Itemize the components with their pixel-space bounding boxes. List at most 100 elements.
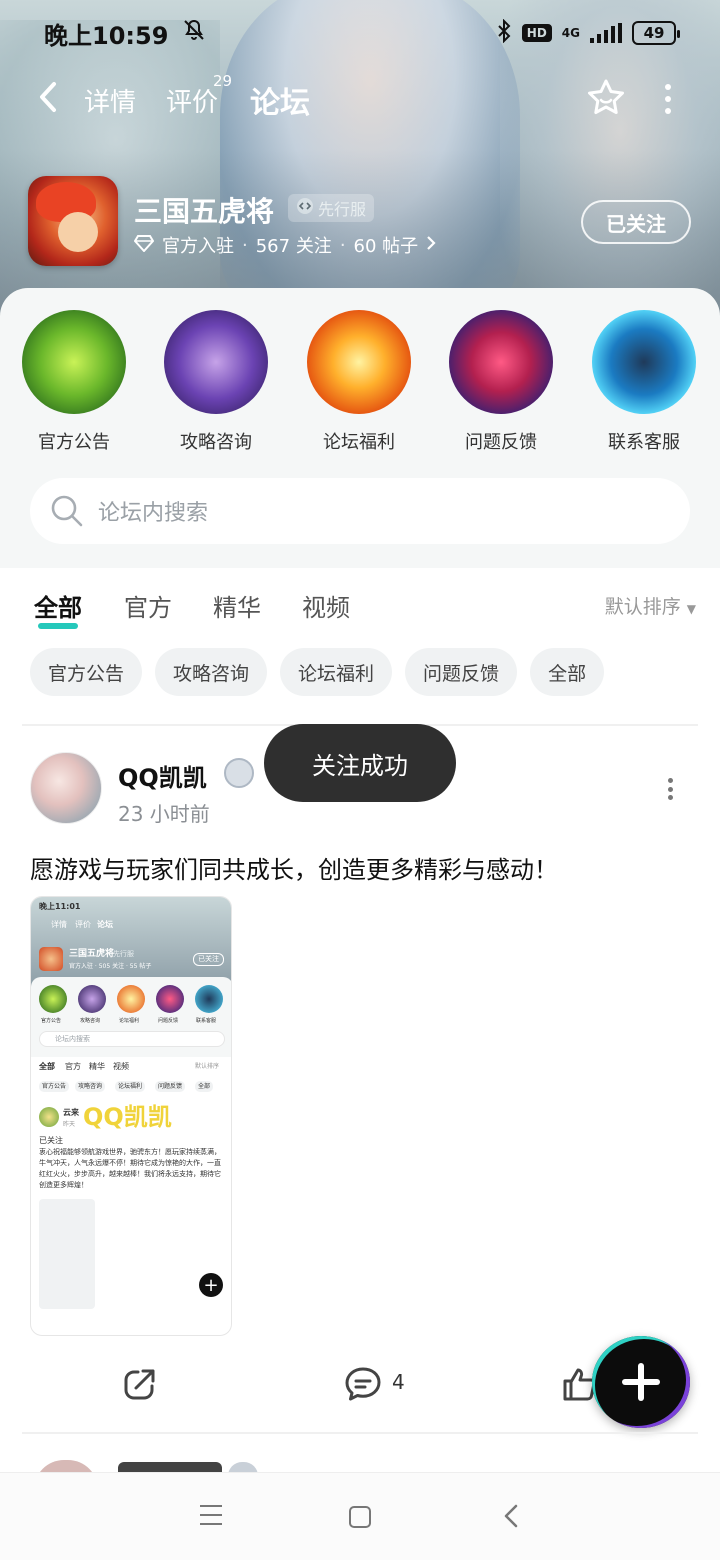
thumb-chip-2: 攻略咨询 — [75, 1081, 106, 1092]
thumb-chip-5: 全部 — [195, 1081, 214, 1092]
thumb-watermark: QQ凯凯 — [83, 1103, 172, 1131]
tab-forum[interactable]: 论坛 — [250, 78, 310, 124]
thumb-feed-featured: 精华 — [89, 1062, 105, 1071]
thumb-status-time: 晚上11:01 — [39, 902, 81, 911]
chip-all[interactable]: 全部 — [530, 648, 605, 696]
thumb-feed-video: 视频 — [113, 1062, 129, 1071]
more-menu-icon[interactable] — [660, 84, 676, 114]
thumb-post-text: 衷心祝福能够领航游戏世界，驰骋东方！愿玩家持续蒸满，牛气冲天，人气永远爆不停！期… — [39, 1148, 221, 1189]
thumb-cat-5: 联系客服 — [196, 1018, 217, 1024]
heart-icon — [449, 310, 553, 414]
top-nav: 详情 评价 29 论坛 — [0, 70, 720, 130]
prerelease-label: 先行服 — [318, 200, 367, 219]
thumb-search-placeholder: 论坛内搜索 — [55, 1035, 90, 1043]
post-more-icon[interactable] — [668, 778, 676, 800]
post-image[interactable]: 晚上11:01 详情 评价 论坛 三国五虎将 先行服 官方入驻 · 505 关注… — [30, 896, 232, 1336]
thumb-feed-all: 全部 — [39, 1062, 55, 1071]
leaf-icon — [22, 310, 126, 414]
category-guides[interactable]: 攻略咨询 — [161, 310, 271, 454]
chip-announcements[interactable]: 官方公告 — [30, 648, 143, 696]
avatar[interactable] — [30, 752, 102, 824]
status-right: HD 4G 49 — [496, 18, 680, 48]
mute-icon — [182, 18, 206, 48]
thumb-flame-icon — [117, 985, 145, 1013]
system-back-button[interactable] — [502, 1503, 520, 1529]
share-icon[interactable] — [122, 1366, 158, 1402]
thumb-plus-icon: + — [199, 1273, 223, 1297]
status-bar: 晚上10:59 HD 4G 49 — [0, 0, 720, 66]
feed-tab-official[interactable]: 官方 — [124, 588, 172, 623]
followers-count: 567 关注 — [255, 236, 332, 257]
thumb-chip-4: 问题反馈 — [155, 1081, 186, 1092]
thumb-follow: 已关注 — [193, 953, 224, 966]
chip-welfare[interactable]: 论坛福利 — [280, 648, 393, 696]
search-input[interactable]: 论坛内搜索 — [30, 478, 690, 544]
game-icon[interactable] — [28, 176, 118, 266]
post-text[interactable]: 愿游戏与玩家们同共成长，创造更多精彩与感动！ — [30, 850, 558, 885]
sort-dropdown[interactable]: 默认排序 ▼ — [605, 592, 696, 619]
category-label: 论坛福利 — [323, 432, 395, 453]
thumb-leaf-icon — [39, 985, 67, 1013]
thumb-sword-icon — [78, 985, 106, 1013]
follow-button[interactable]: 已关注 — [581, 200, 691, 244]
create-post-button[interactable] — [592, 1336, 690, 1428]
official-label: 官方入驻 — [162, 236, 234, 257]
thumb-chip-1: 官方公告 — [39, 1081, 70, 1092]
category-welfare[interactable]: 论坛福利 — [304, 310, 414, 454]
feed-tab-all[interactable]: 全部 — [34, 588, 82, 629]
category-label: 官方公告 — [38, 432, 110, 453]
filter-chips: 官方公告 攻略咨询 论坛福利 问题反馈 全部 — [30, 648, 605, 696]
thumb-chip-3: 论坛福利 — [115, 1081, 146, 1092]
chip-feedback[interactable]: 问题反馈 — [405, 648, 518, 696]
post-author[interactable]: QQ凯凯 — [118, 758, 207, 793]
system-nav-bar — [0, 1472, 720, 1560]
status-time: 晚上10:59 — [44, 21, 169, 50]
thumb-game-name: 三国五虎将 — [69, 949, 115, 959]
back-button[interactable] — [36, 80, 60, 123]
comment-icon[interactable] — [344, 1366, 382, 1402]
posts-count: 60 帖子 — [353, 236, 419, 257]
thumb-cat-3: 论坛福利 — [119, 1018, 140, 1024]
game-meta[interactable]: 官方入驻 · 567 关注 · 60 帖子 — [133, 232, 436, 258]
feed-tab-featured[interactable]: 精华 — [213, 588, 261, 623]
category-support[interactable]: 联系客服 — [589, 310, 699, 454]
tab-reviews[interactable]: 评价 — [166, 82, 218, 119]
thumb-tab-forum: 论坛 — [97, 920, 113, 929]
search-placeholder: 论坛内搜索 — [98, 501, 209, 526]
battery-icon: 49 — [632, 21, 680, 45]
caret-down-icon: ▼ — [686, 602, 696, 616]
plus-icon — [622, 1363, 660, 1401]
post-time: 23 小时前 — [118, 802, 210, 826]
home-button[interactable] — [349, 1506, 371, 1528]
thumb-cat-2: 攻略咨询 — [80, 1018, 101, 1024]
star-icon[interactable] — [584, 76, 628, 120]
feed-tab-video[interactable]: 视频 — [302, 588, 350, 623]
feed-tabs: 全部 官方 精华 视频 默认排序 ▼ — [0, 580, 720, 630]
category-announcements[interactable]: 官方公告 — [19, 310, 129, 454]
thumb-author: 云来 — [63, 1108, 79, 1117]
category-label: 问题反馈 — [465, 432, 537, 453]
divider — [22, 1432, 698, 1434]
thumb-game-icon — [39, 947, 63, 971]
thumb-nested-screenshot — [39, 1199, 95, 1309]
thumb-meta: 官方入驻 · 505 关注 · 55 帖子 — [69, 963, 152, 970]
sort-label: 默认排序 — [604, 596, 681, 618]
comment-count: 4 — [392, 1370, 405, 1394]
category-feedback[interactable]: 问题反馈 — [446, 310, 556, 454]
hd-badge: HD — [521, 24, 552, 42]
thumb-cat-4: 问题反馈 — [158, 1018, 179, 1024]
code-icon — [296, 197, 314, 219]
tab-details[interactable]: 详情 — [84, 82, 136, 119]
game-icon-face — [58, 212, 98, 252]
thumb-cat-1: 官方公告 — [41, 1018, 62, 1024]
thumb-badge: 先行服 — [113, 950, 134, 958]
reviews-count: 29 — [213, 72, 233, 90]
recent-apps-button[interactable] — [200, 1505, 222, 1525]
chip-guides[interactable]: 攻略咨询 — [155, 648, 268, 696]
bluetooth-icon — [496, 18, 512, 48]
orb-icon — [592, 310, 696, 414]
thumb-followed: 已关注 — [39, 1136, 63, 1145]
forum-panel: 官方公告 攻略咨询 论坛福利 问题反馈 联系客服 论坛内搜索 — [0, 288, 720, 568]
meta-separator: · — [339, 234, 346, 256]
meta-separator: · — [242, 234, 248, 256]
